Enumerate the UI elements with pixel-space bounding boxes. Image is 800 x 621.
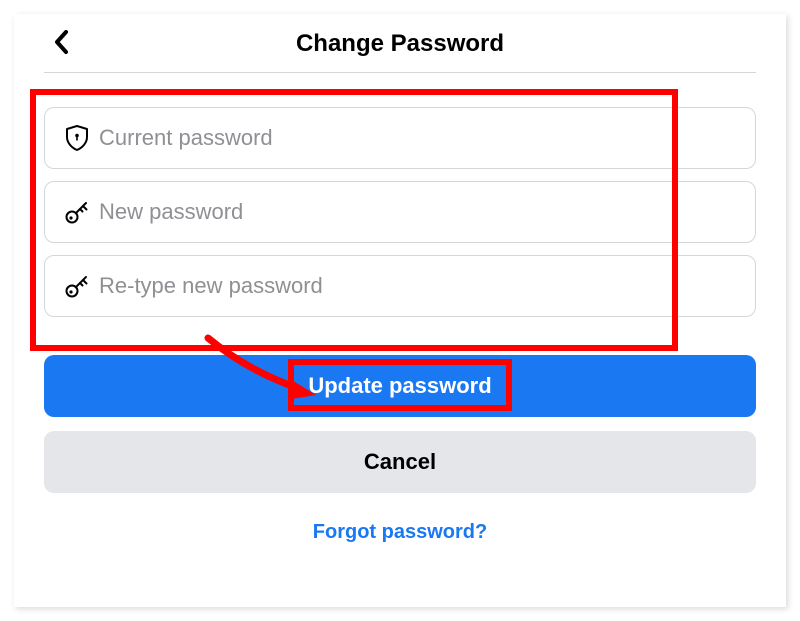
form-area: Update password Cancel Forgot password?	[44, 107, 756, 544]
key-icon	[63, 272, 99, 300]
cancel-button[interactable]: Cancel	[44, 431, 756, 493]
retype-password-row[interactable]	[44, 255, 756, 317]
current-password-input[interactable]	[99, 125, 737, 151]
new-password-row[interactable]	[44, 181, 756, 243]
current-password-row[interactable]	[44, 107, 756, 169]
forgot-password-link[interactable]: Forgot password?	[44, 521, 756, 544]
header: Change Password	[44, 24, 756, 73]
new-password-input[interactable]	[99, 199, 737, 225]
update-password-label: Update password	[308, 373, 491, 398]
update-password-button[interactable]: Update password	[44, 355, 756, 417]
retype-password-input[interactable]	[99, 273, 737, 299]
cancel-label: Cancel	[364, 449, 436, 474]
page-title: Change Password	[44, 30, 756, 58]
back-button[interactable]	[52, 28, 72, 61]
key-icon	[63, 198, 99, 226]
chevron-left-icon	[52, 28, 72, 61]
change-password-screen: Change Password	[14, 14, 786, 607]
shield-lock-icon	[63, 124, 99, 152]
